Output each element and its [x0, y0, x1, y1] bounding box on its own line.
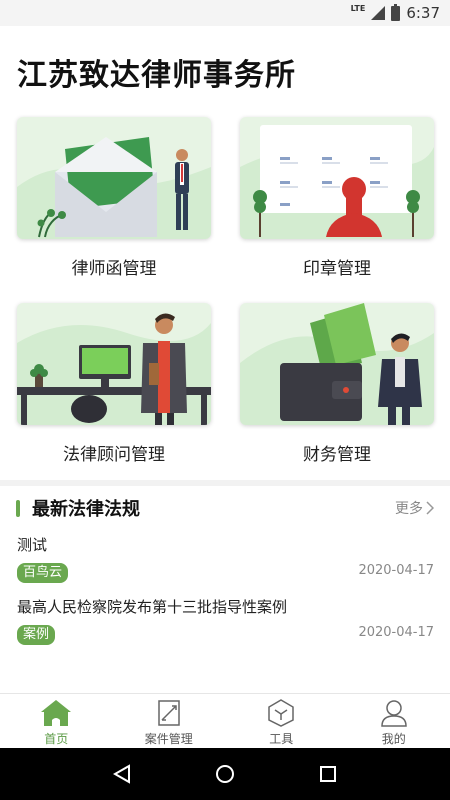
tab-profile[interactable]: 我的: [338, 694, 450, 748]
news-section-header: 最新法律法规 更多: [16, 496, 434, 520]
news-item[interactable]: 最高人民检察院发布第十三批指导性案例 案例 2020-04-17: [17, 596, 434, 645]
status-time: 6:37: [406, 4, 440, 22]
tab-home[interactable]: 首页: [0, 694, 113, 748]
battery-icon: [391, 3, 401, 21]
news-item[interactable]: 测试 百鸟云 2020-04-17: [17, 534, 434, 583]
signal-icon: [371, 6, 386, 20]
section-accent-bar: [16, 499, 20, 517]
card-lawyer-letter-label: 律师函管理: [71, 259, 157, 279]
tab-tools[interactable]: 工具: [225, 694, 338, 748]
news-section-title: 最新法律法规: [32, 499, 140, 520]
chevron-right-icon: [426, 501, 434, 515]
card-lawyer-letter[interactable]: [17, 117, 211, 239]
bottom-tab-bar: 首页 案件管理 工具 我的: [0, 693, 450, 748]
envelope-lawyer-illustration: [17, 137, 211, 239]
news-item-tag: 案例: [17, 625, 56, 645]
news-item-date: 2020-04-17: [358, 563, 434, 578]
card-seal-label: 印章管理: [303, 259, 371, 279]
tab-tools-label: 工具: [269, 732, 294, 746]
back-icon[interactable]: [111, 763, 133, 785]
tab-case-management[interactable]: 案件管理: [113, 694, 226, 748]
more-link[interactable]: 更多: [395, 498, 434, 518]
recents-icon[interactable]: [317, 763, 339, 785]
card-seal[interactable]: [240, 117, 434, 239]
seal-stamp-illustration: [240, 125, 434, 239]
card-finance[interactable]: [240, 303, 434, 425]
tab-case-management-label: 案件管理: [144, 732, 193, 746]
home-circle-icon[interactable]: [214, 763, 236, 785]
tab-profile-label: 我的: [381, 732, 406, 746]
system-nav-bar: [0, 748, 450, 800]
card-legal-advisor[interactable]: [17, 303, 211, 425]
home-icon: [41, 700, 72, 726]
more-label: 更多: [395, 501, 423, 517]
tab-home-label: 首页: [44, 732, 69, 746]
card-finance-label: 财务管理: [303, 445, 371, 465]
toolbox-icon: [268, 699, 294, 727]
advisor-phone-illustration: [17, 313, 211, 425]
page-title: 江苏致达律师事务所: [17, 58, 296, 93]
news-item-title: 测试: [17, 536, 48, 554]
section-divider: [0, 480, 450, 486]
wallet-money-illustration: [240, 303, 434, 425]
user-icon: [380, 700, 407, 727]
news-item-title: 最高人民检察院发布第十三批指导性案例: [17, 598, 288, 616]
network-type: LTE: [350, 3, 366, 13]
case-edit-icon: [158, 700, 180, 726]
status-bar: LTE 6:37: [0, 0, 450, 26]
news-item-tag: 百鸟云: [17, 563, 69, 583]
card-legal-advisor-label: 法律顾问管理: [63, 445, 165, 465]
news-item-date: 2020-04-17: [358, 625, 434, 640]
